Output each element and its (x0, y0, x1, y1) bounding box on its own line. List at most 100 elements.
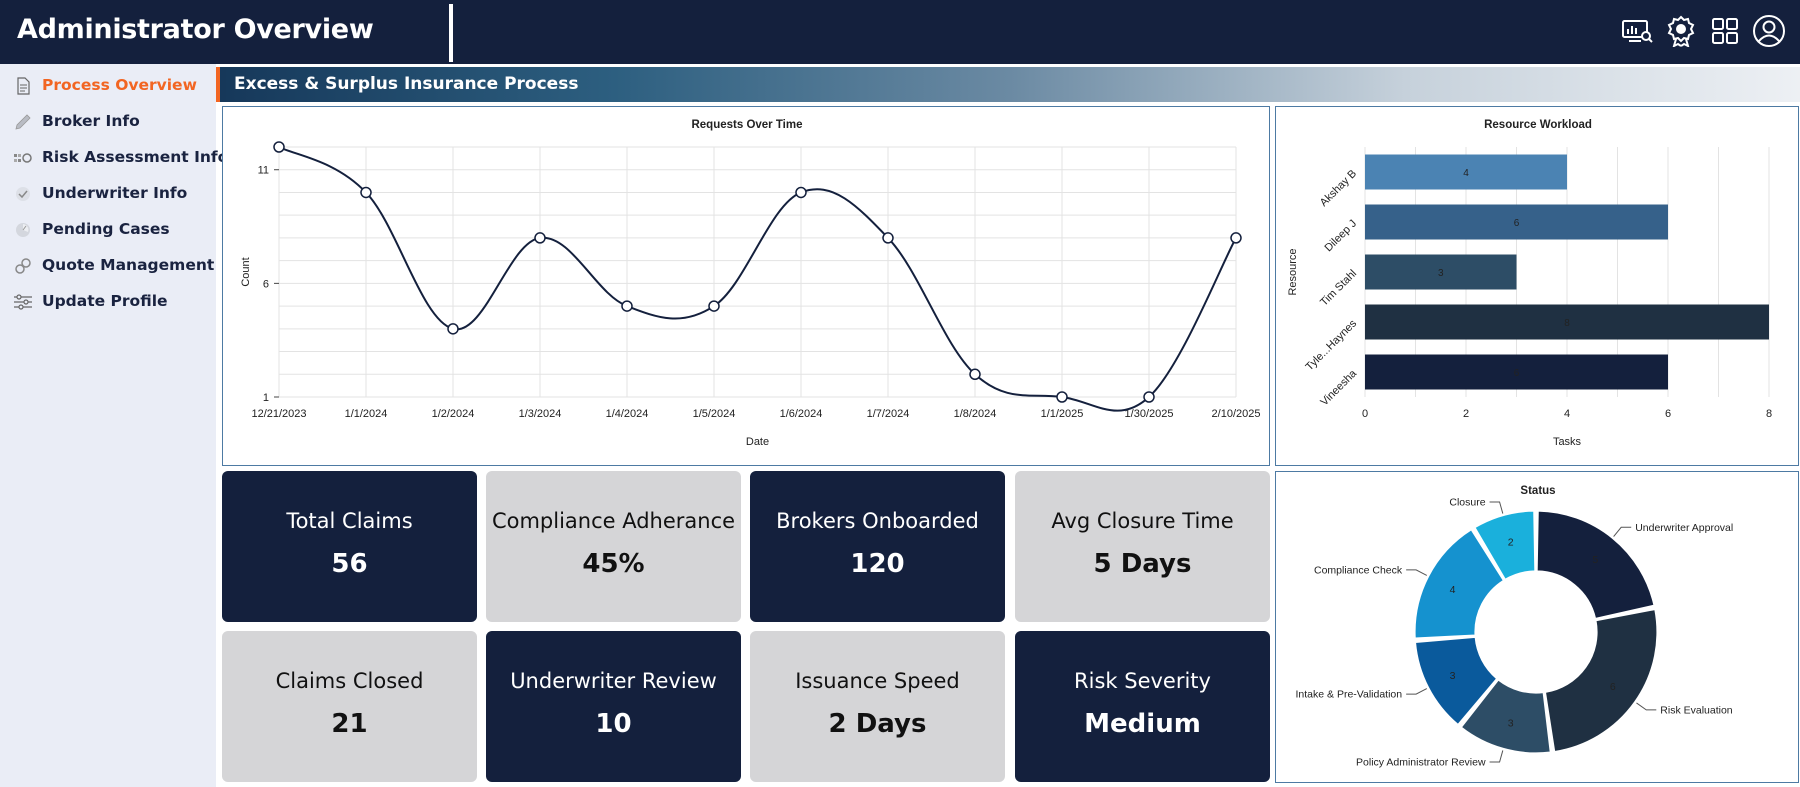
sidebar-item-broker-info[interactable]: Broker Info (0, 108, 216, 136)
data-point (1143, 391, 1155, 403)
data-point (1056, 391, 1068, 403)
kpi-value: 5 Days (1093, 549, 1192, 579)
x-axis-title: Date (746, 436, 769, 448)
kpi-label: Underwriter Review (510, 669, 717, 693)
sidebar-item-update-profile[interactable]: Update Profile (0, 288, 216, 316)
x-tick-label: 4 (1564, 408, 1570, 420)
bar-value-label: 8 (1564, 318, 1570, 329)
kpi-tile-avg-closure-time[interactable]: Avg Closure Time 5 Days (1015, 471, 1270, 622)
sidebar-item-risk-assessment-info[interactable]: Risk Assessment Info (0, 144, 228, 172)
kpi-label: Compliance Adherance (491, 509, 736, 533)
x-tick-label: 12/21/2023 (251, 408, 306, 420)
top-header-bar: Administrator Overview (0, 0, 1800, 64)
x-tick-label: 1/2/2024 (432, 408, 475, 420)
slice-value-label: 6 (1610, 681, 1616, 693)
x-tick-label: 0 (1362, 408, 1368, 420)
kpi-tile-risk-severity[interactable]: Risk Severity Medium (1015, 631, 1270, 782)
slice-label: Underwriter Approval (1635, 522, 1733, 534)
slice-value-label: 4 (1450, 584, 1456, 596)
requests-over-time-panel: 1 6 11 12/21/2023 1/1/2024 1/2/2024 1/3/2024 1/… (222, 106, 1270, 466)
x-axis-title: Tasks (1553, 436, 1582, 448)
sidebar-item-label: Quote Management (42, 256, 215, 274)
data-point (1230, 232, 1242, 244)
slice-label: Intake & Pre-Validation (1296, 689, 1403, 701)
slice-leader-line (1636, 702, 1657, 711)
y-category-label: Akshay B (1318, 168, 1359, 209)
y-category-label: Tim Stahl (1318, 268, 1359, 309)
kpi-tile-total-claims[interactable]: Total Claims 56 (222, 471, 477, 622)
y-category-label: Tyle...Haynes (1304, 317, 1360, 373)
kpi-value: 21 (331, 709, 368, 739)
sidebar-item-underwriter-info[interactable]: Underwriter Info (0, 180, 216, 208)
x-tick-label: 6 (1665, 408, 1671, 420)
sidebar-item-label: Risk Assessment Info (42, 148, 229, 166)
x-tick-label: 1/8/2024 (954, 408, 997, 420)
series-line (278, 146, 1237, 412)
x-tick-label: 1/1/2025 (1041, 408, 1084, 420)
kpi-value: 120 (850, 549, 905, 579)
status-panel: Status 5 Underwriter Approval 6 Risk Evaluat… (1275, 471, 1799, 783)
sidebar-item-quote-management[interactable]: Quote Management (0, 252, 216, 280)
y-category-label: Dileep J (1323, 218, 1360, 255)
kpi-tile-claims-closed[interactable]: Claims Closed 21 (222, 631, 477, 782)
slice-label: Policy Administrator Review (1356, 756, 1486, 768)
app-title: Administrator Overview (17, 14, 374, 45)
pencil-icon (13, 113, 33, 131)
bar-value-label: 6 (1514, 218, 1520, 229)
header-divider (449, 4, 453, 62)
sidebar-item-process-overview[interactable]: Process Overview (0, 72, 216, 100)
slice-leader-line (1406, 688, 1428, 695)
kpi-tile-underwriter-review[interactable]: Underwriter Review 10 (486, 631, 741, 782)
x-tick-label: 1/5/2024 (693, 408, 736, 420)
data-point (360, 186, 372, 199)
user-account-icon[interactable] (1752, 14, 1786, 48)
sidebar-item-label: Process Overview (42, 76, 197, 94)
check-circle-icon (13, 185, 33, 203)
link-icon (13, 257, 33, 275)
x-tick-label: 8 (1766, 408, 1772, 420)
document-icon (13, 77, 33, 95)
status-chart: Status 5 Underwriter Approval 6 Risk Evaluat… (1296, 485, 1734, 768)
sidebar-item-label: Update Profile (42, 292, 168, 310)
kpi-value: 45% (582, 549, 645, 579)
slice-value-label: 3 (1450, 670, 1456, 682)
kpi-label: Risk Severity (1074, 669, 1211, 693)
slice-leader-line (1613, 526, 1632, 537)
y-tick-label: 6 (263, 278, 269, 290)
bar-value-label: 3 (1438, 268, 1444, 279)
x-tick-label: 2 (1463, 408, 1469, 420)
resource-workload-panel: 4 Akshay B 6 Dileep J 3 Tim Stahl 8 Tyle...Hayn… (1275, 106, 1799, 466)
sidebar-item-pending-cases[interactable]: Pending Cases (0, 216, 216, 244)
y-tick-label: 11 (258, 165, 269, 177)
kpi-label: Total Claims (286, 509, 413, 533)
slice-label: Risk Evaluation (1660, 704, 1733, 716)
chart-title: Status (1520, 485, 1555, 497)
data-point (708, 300, 720, 312)
data-point (882, 232, 894, 244)
monitor-search-icon[interactable] (1620, 14, 1654, 48)
slice-leader-line (1489, 750, 1504, 763)
sliders-icon (13, 293, 33, 311)
sidebar-item-label: Broker Info (42, 112, 140, 130)
x-tick-label: 1/7/2024 (867, 408, 910, 420)
data-point (534, 232, 546, 244)
requests-over-time-chart: 1 6 11 12/21/2023 1/1/2024 1/2/2024 1/3/2024 1/… (240, 119, 1261, 448)
data-point (273, 141, 285, 153)
kpi-tile-compliance-adherance[interactable]: Compliance Adherance 45% (486, 471, 741, 622)
kpi-label: Brokers Onboarded (776, 509, 979, 533)
apps-grid-icon[interactable] (1708, 14, 1742, 48)
slice-leader-line (1406, 569, 1428, 576)
slice-value-label: 2 (1508, 536, 1514, 548)
risk-tiles-icon (13, 149, 33, 167)
header-icon-group (1620, 14, 1786, 48)
resource-workload-chart: 4 Akshay B 6 Dileep J 3 Tim Stahl 8 Tyle...Hayn… (1287, 119, 1772, 448)
data-point (447, 323, 459, 335)
kpi-value: 2 Days (828, 709, 927, 739)
kpi-label: Claims Closed (275, 669, 424, 693)
award-badge-icon[interactable] (1664, 14, 1698, 48)
slice-value-label: 5 (1592, 554, 1598, 566)
x-tick-label: 2/10/2025 (1212, 408, 1261, 420)
kpi-tile-issuance-speed[interactable]: Issuance Speed 2 Days (750, 631, 1005, 782)
sidebar-item-label: Pending Cases (42, 220, 170, 238)
kpi-tile-brokers-onboarded[interactable]: Brokers Onboarded 120 (750, 471, 1005, 622)
